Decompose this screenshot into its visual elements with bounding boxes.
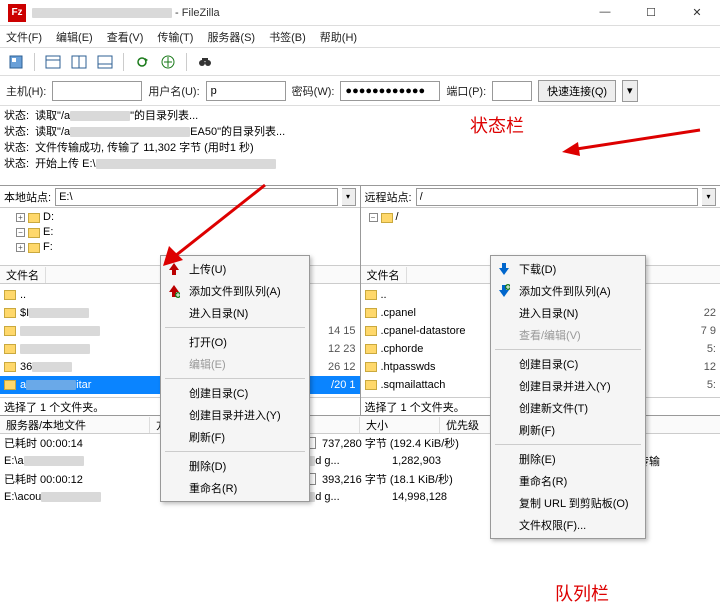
plus-green-icon [167,284,181,298]
window-title: - FileZilla [32,7,590,19]
context-item[interactable]: 刷新(F) [491,419,645,441]
folder-icon [381,213,393,223]
context-item[interactable]: 创建目录并进入(Y) [161,404,309,426]
folder-icon [4,362,16,372]
qcol-file[interactable]: 服务器/本地文件 [0,417,150,433]
local-site-label: 本地站点: [4,189,51,205]
menu-bookmarks[interactable]: 书签(B) [269,29,306,45]
remote-site-label: 远程站点: [365,189,412,205]
context-item[interactable]: 文件权限(F)... [491,514,645,536]
menu-transfer[interactable]: 传输(T) [157,29,193,45]
drive-icon [28,213,40,223]
remote-path-input[interactable] [416,188,698,206]
folder-icon [4,308,16,318]
context-item[interactable]: 创建目录并进入(Y) [491,375,645,397]
toggletree-icon[interactable] [69,52,89,72]
context-item[interactable]: 进入目录(N) [491,302,645,324]
context-item[interactable]: 复制 URL 到剪贴板(O) [491,492,645,514]
local-path-dropdown[interactable]: ▾ [342,188,356,206]
folder-icon [4,380,16,390]
context-item[interactable]: 上传(U) [161,258,309,280]
annotation-queue: 队列栏 [555,580,609,606]
col-filename[interactable]: 文件名 [0,267,46,283]
host-label: 主机(H): [6,83,46,99]
togglelog-icon[interactable] [43,52,63,72]
quickconnect-dropdown[interactable]: ▾ [622,80,638,102]
menu-help[interactable]: 帮助(H) [320,29,357,45]
context-item[interactable]: 创建目录(C) [491,353,645,375]
quickconnect-bar: 主机(H): 用户名(U): 密码(W): 端口(P): 快速连接(Q) ▾ [0,76,720,106]
folder-icon [365,380,377,390]
togglequeue-icon[interactable] [95,52,115,72]
context-item[interactable]: 进入目录(N) [161,302,309,324]
folder-icon [365,290,377,300]
folder-icon [4,290,16,300]
binocular-icon[interactable] [195,52,215,72]
dn-blue-icon [497,262,511,276]
context-item[interactable]: 刷新(F) [161,426,309,448]
port-input[interactable] [492,81,532,101]
context-item: 查看/编辑(V) [491,324,645,346]
log-label: 状态: [4,108,29,124]
password-label: 密码(W): [292,83,335,99]
up-red-icon [167,262,181,276]
context-item[interactable]: 创建新文件(T) [491,397,645,419]
minimize-button[interactable]: — [590,6,620,19]
log-success: 文件传输成功, 传输了 11,302 字节 (用时1 秒) [35,140,254,156]
folder-icon [4,344,16,354]
maximize-button[interactable]: ☐ [636,6,666,19]
host-input[interactable] [52,81,142,101]
drive-icon [28,243,40,253]
local-context-menu: 上传(U)添加文件到队列(A)进入目录(N) 打开(O)编辑(E) 创建目录(C)创… [160,255,310,502]
folder-icon [365,362,377,372]
drive-icon [28,228,40,238]
menu-edit[interactable]: 编辑(E) [56,29,93,45]
context-item[interactable]: 重命名(R) [161,477,309,499]
context-item: 编辑(E) [161,353,309,375]
close-button[interactable]: ✕ [682,6,712,19]
app-logo-icon: Fz [8,4,26,22]
menu-file[interactable]: 文件(F) [6,29,42,45]
toolbar [0,48,720,76]
username-label: 用户名(U): [148,83,199,99]
port-label: 端口(P): [446,83,486,99]
folder-icon [4,326,16,336]
folder-icon [365,326,377,336]
compare-icon[interactable] [158,52,178,72]
status-log: 状态:读取"/a"的目录列表... 状态:读取"/aEA50"的目录列表... … [0,106,720,186]
col-filename[interactable]: 文件名 [361,267,407,283]
titlebar: Fz - FileZilla — ☐ ✕ [0,0,720,26]
local-path-input[interactable] [55,188,337,206]
password-input[interactable] [340,81,440,101]
context-item[interactable]: 重命名(R) [491,470,645,492]
menubar: 文件(F) 编辑(E) 查看(V) 传输(T) 服务器(S) 书签(B) 帮助(… [0,26,720,48]
remote-path-dropdown[interactable]: ▾ [702,188,716,206]
folder-icon [365,344,377,354]
menu-view[interactable]: 查看(V) [107,29,144,45]
menu-server[interactable]: 服务器(S) [207,29,255,45]
sync-icon[interactable] [132,52,152,72]
context-item[interactable]: 下载(D) [491,258,645,280]
context-item[interactable]: 打开(O) [161,331,309,353]
plus-blue-icon [497,284,511,298]
qcol-size[interactable]: 大小 [360,417,440,433]
sitemanager-icon[interactable] [6,52,26,72]
context-item[interactable]: 添加文件到队列(A) [491,280,645,302]
quickconnect-button[interactable]: 快速连接(Q) [538,80,616,102]
context-item[interactable]: 删除(E) [491,448,645,470]
context-item[interactable]: 添加文件到队列(A) [161,280,309,302]
username-input[interactable] [206,81,286,101]
context-item[interactable]: 删除(D) [161,455,309,477]
remote-context-menu: 下载(D)添加文件到队列(A)进入目录(N)查看/编辑(V) 创建目录(C)创建目… [490,255,646,539]
folder-icon [365,308,377,318]
context-item[interactable]: 创建目录(C) [161,382,309,404]
